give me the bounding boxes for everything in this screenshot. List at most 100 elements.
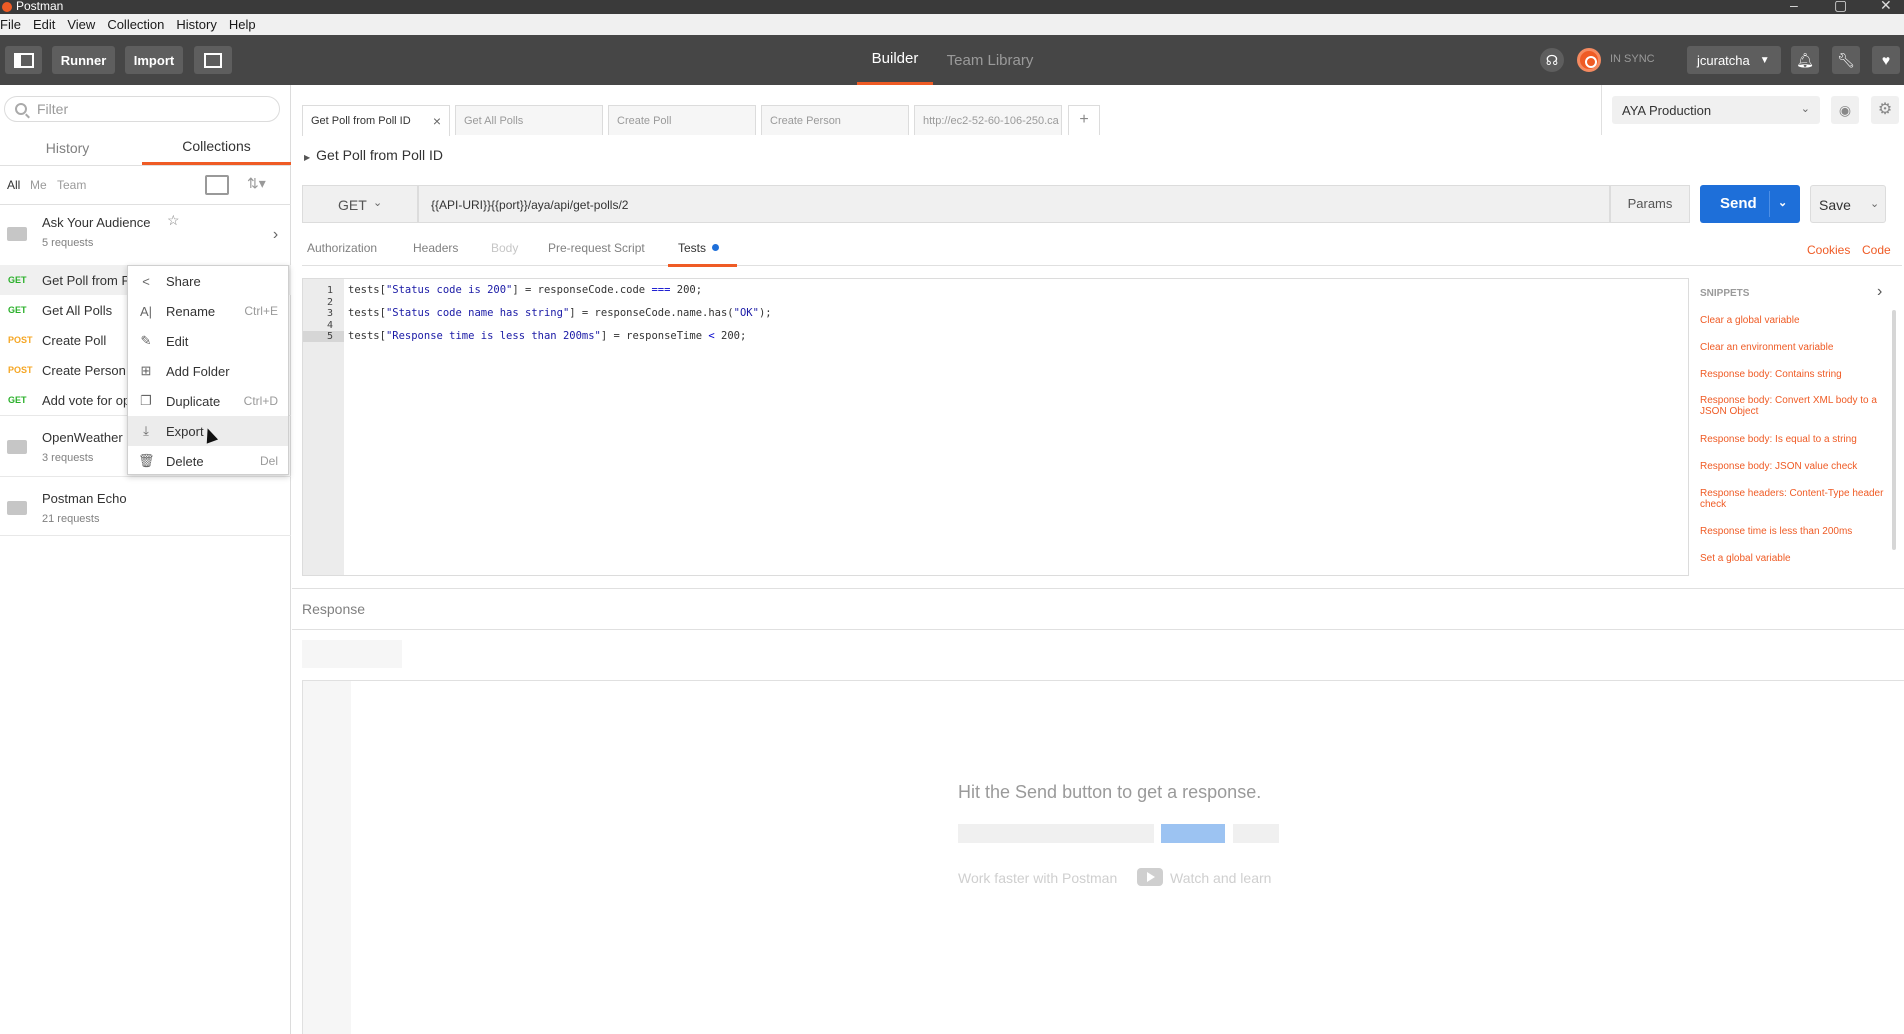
minimize-icon[interactable]: – — [1790, 0, 1798, 13]
request-tab[interactable]: Create Person — [761, 105, 909, 135]
gear-icon[interactable]: ⚙ — [1871, 96, 1899, 124]
code-link[interactable]: Code — [1862, 243, 1891, 257]
runner-button[interactable]: Runner — [52, 46, 115, 74]
tab-team-library[interactable]: Team Library — [940, 35, 1040, 85]
close-window-icon[interactable]: ✕ — [1880, 0, 1892, 14]
collection-context-menu: < Share A| Rename Ctrl+E ✎ Edit ⊞ Add Fo… — [127, 265, 289, 475]
heart-icon[interactable]: ♥ — [1872, 46, 1900, 74]
snippet-link[interactable]: Response body: Convert XML body to a JSO… — [1700, 395, 1888, 417]
import-button[interactable]: Import — [125, 46, 183, 74]
code-line: tests["Status code name has string"] = r… — [348, 307, 772, 319]
request-tabs-bar: Get Poll from Poll ID × Get All Polls Cr… — [292, 85, 1601, 136]
params-button[interactable]: Params — [1610, 185, 1690, 223]
code-line: tests["Response time is less than 200ms"… — [348, 330, 747, 342]
filter-all[interactable]: All — [7, 178, 20, 192]
menu-item-add-folder[interactable]: ⊞ Add Folder — [128, 356, 288, 386]
menu-item-share[interactable]: < Share — [128, 266, 288, 296]
request-tab[interactable]: Get All Polls — [455, 105, 603, 135]
request-tab-label: Create Poll — [617, 115, 672, 127]
tests-code-editor[interactable]: 1 2 3 4 5 tests["Status code is 200"] = … — [302, 278, 1689, 576]
close-tab-icon[interactable]: × — [433, 113, 441, 129]
save-button[interactable]: Save ⌄ — [1810, 185, 1886, 223]
snippet-link[interactable]: Response body: JSON value check — [1700, 461, 1888, 472]
chevron-down-icon: ⌄ — [1800, 103, 1810, 115]
response-body — [302, 680, 1904, 1034]
snippet-link[interactable]: Clear a global variable — [1700, 315, 1888, 326]
snippet-link[interactable]: Response time is less than 200ms — [1700, 526, 1888, 537]
tab-headers[interactable]: Headers — [413, 241, 458, 255]
menu-item-edit[interactable]: ✎ Edit — [128, 326, 288, 356]
eye-icon[interactable]: ◉ — [1831, 96, 1859, 124]
request-tab[interactable]: http://ec2-52-60-106-250.ca — [914, 105, 1062, 135]
send-label: Send — [1720, 195, 1757, 212]
request-tab-label: http://ec2-52-60-106-250.ca — [923, 115, 1059, 127]
method-badge: POST — [8, 335, 33, 345]
request-tab[interactable]: Get Poll from Poll ID × — [302, 105, 450, 136]
menu-item-duplicate[interactable]: ❐ Duplicate Ctrl+D — [128, 386, 288, 416]
menu-item-label: Export — [166, 423, 204, 439]
menu-help[interactable]: Help — [224, 17, 263, 32]
menu-history[interactable]: History — [171, 17, 223, 32]
work-faster-text: Work faster with Postman — [958, 870, 1118, 886]
request-tab[interactable]: Create Poll — [608, 105, 756, 135]
filter-me[interactable]: Me — [30, 178, 47, 192]
environment-select[interactable]: AYA Production ⌄ — [1612, 96, 1820, 124]
request-tab-label: Create Person — [770, 115, 841, 127]
user-menu-button[interactable]: jcuratcha ▼ — [1687, 46, 1781, 74]
snippet-link[interactable]: Clear an environment variable — [1700, 342, 1888, 353]
chevron-right-icon[interactable]: › — [260, 205, 291, 265]
filter-team[interactable]: Team — [57, 178, 86, 192]
tab-history[interactable]: History — [0, 130, 135, 165]
menu-item-label: Edit — [166, 333, 189, 349]
watch-and-learn-link[interactable]: Watch and learn — [1170, 870, 1271, 886]
menu-view[interactable]: View — [62, 17, 102, 32]
satellite-icon[interactable]: ☊ — [1540, 48, 1564, 72]
request-tab-label: Get All Polls — [464, 115, 524, 127]
wrench-icon[interactable]: 🔧︎ — [1832, 46, 1860, 74]
menu-collection[interactable]: Collection — [102, 17, 171, 32]
snippet-link[interactable]: Response body: Contains string — [1700, 369, 1888, 380]
method-select[interactable]: GET ⌄ — [302, 185, 418, 223]
snippet-link[interactable]: Response headers: Content-Type header ch… — [1700, 488, 1888, 510]
sort-icon[interactable]: ⇅▾ — [247, 175, 266, 192]
url-input[interactable]: {{API-URI}}{{port}}/aya/api/get-polls/2 — [418, 185, 1610, 223]
snippet-link[interactable]: Response body: Is equal to a string — [1700, 434, 1888, 445]
star-icon[interactable]: ☆ — [167, 212, 180, 229]
collection-ask-your-audience[interactable]: Ask Your Audience ☆ 5 requests › ••• — [0, 205, 291, 287]
tab-authorization[interactable]: Authorization — [307, 241, 377, 255]
sidebar-toggle-button[interactable] — [5, 46, 42, 74]
tab-builder[interactable]: Builder — [857, 35, 933, 85]
filter-input[interactable]: Filter — [4, 96, 280, 122]
modified-dot-icon — [712, 244, 720, 251]
menu-item-shortcut: Del — [259, 454, 278, 468]
notifications-bell-icon[interactable]: 🔔︎ — [1791, 46, 1819, 74]
add-folder-icon: ⊞ — [140, 363, 152, 378]
menu-item-label: Delete — [166, 453, 204, 469]
request-title[interactable]: ▶ Get Poll from Poll ID — [304, 147, 443, 163]
chevron-right-icon[interactable]: › — [1877, 283, 1882, 301]
tab-body[interactable]: Body — [491, 241, 518, 255]
new-window-button[interactable] — [194, 46, 232, 74]
menu-item-rename[interactable]: A| Rename Ctrl+E — [128, 296, 288, 326]
add-tab-button[interactable]: + — [1068, 105, 1100, 135]
snippets-scrollbar[interactable] — [1892, 310, 1896, 550]
maximize-icon[interactable]: ▢ — [1834, 0, 1847, 14]
method-value: GET — [338, 197, 367, 213]
chevron-down-icon[interactable]: ⌄ — [1870, 197, 1879, 210]
new-collection-icon[interactable] — [205, 175, 229, 195]
menu-edit[interactable]: Edit — [28, 17, 62, 32]
tab-pre-request-script[interactable]: Pre-request Script — [548, 241, 645, 255]
menu-file[interactable]: File — [0, 17, 28, 32]
chevron-down-icon[interactable]: ⌄ — [1778, 196, 1787, 209]
filter-placeholder: Filter — [37, 101, 69, 117]
snippet-link[interactable]: Set a global variable — [1700, 553, 1888, 564]
youtube-play-icon[interactable] — [1137, 868, 1163, 886]
request-name: Create Poll — [42, 333, 107, 348]
collection-postman-echo[interactable]: Postman Echo 21 requests — [0, 476, 291, 536]
menu-item-delete[interactable]: 🗑︎ Delete Del — [128, 446, 288, 476]
tab-tests[interactable]: Tests — [667, 241, 738, 267]
cookies-link[interactable]: Cookies — [1807, 243, 1850, 257]
sync-icon[interactable] — [1577, 48, 1601, 72]
tab-collections[interactable]: Collections — [142, 130, 291, 165]
send-button[interactable]: Send ⌄ — [1700, 185, 1800, 223]
